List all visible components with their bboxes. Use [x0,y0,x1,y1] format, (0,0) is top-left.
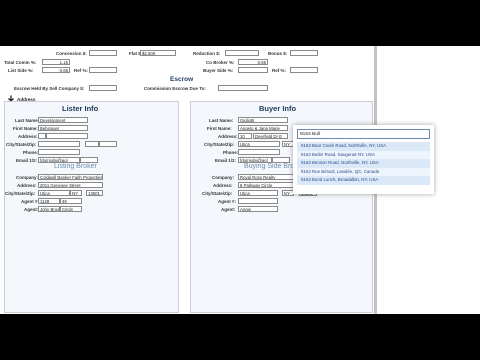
listing-address-field[interactable]: 2011 Genesee Street [38,182,103,188]
lister-address-street-field[interactable] [46,133,88,139]
lister-address-label: Address: [18,134,38,139]
listing-agent-num-label: Agent #: [21,199,39,204]
list-side-field[interactable]: 0.65 [42,67,70,73]
lister-last-name-label: Last Name: [15,118,40,123]
co-broker-field[interactable]: 0.65 [238,59,268,65]
buyer-city-field[interactable]: Utica [238,141,280,147]
address-suggestion-item[interactable]: 9163 Bear Creek Road, Northville, NY, US… [297,142,430,151]
lister-phone-label: Phone: [23,150,39,155]
list-ref-label: Ref %: [74,68,89,73]
buyer-phone-field[interactable] [238,149,280,155]
buyer-side-label: Buyer Side %: [203,68,234,73]
buyer-info-title: Buyer Info [259,104,297,113]
co-broker-label: Co Broker %: [206,60,235,65]
buying-city-state-zip-label: City/State/Zip: [202,191,233,196]
lister-first-name-field[interactable]: Bebsinger [38,125,88,131]
listing-agent2-field[interactable]: Cindy [60,206,82,212]
escrow-title: Escrow [170,76,194,83]
listing-agent-label: Agent: [24,207,39,212]
listing-address-label: Address: [17,183,37,188]
buyer-side-field[interactable] [238,67,268,73]
buying-agent-field[interactable]: Angie [238,206,278,212]
list-ref-field[interactable] [89,67,117,73]
lister-info-title: Lister Info [62,104,99,113]
lister-phone-field[interactable] [38,149,80,155]
listing-agent-num-field[interactable]: 1128 [38,198,60,204]
lister-email-label: Email 1/2: [16,158,38,163]
address-suggestion-item[interactable]: 9163 Rue Bérard, Lavalée, QC, Canada [297,167,430,176]
listing-city-state-zip-label: City/State/Zip: [5,191,36,196]
escrow-held-label: Escrow Held By Sell Company $: [14,86,85,91]
lister-address-number-field[interactable] [38,133,46,139]
concession-field[interactable] [89,50,117,56]
listing-agent-num2-field[interactable]: 49 [60,198,82,204]
buyer-email-label: Email 1/2: [215,158,237,163]
address-suggestion-list: 9163 Bear Creek Road, Northville, NY, US… [297,142,430,185]
buyer-ref-field[interactable] [290,67,318,73]
buying-address-field[interactable]: 8 Parkway Circle [238,182,300,188]
buyer-address-number-field[interactable]: 10 [238,133,252,139]
bonus-label: Bonus $: [268,51,288,56]
buyer-city-state-zip-label: City/State/Zip: [204,142,235,147]
lister-last-name-field[interactable]: Development [38,117,88,123]
address-suggestion-item[interactable]: 9163 Benson Road, Northville, NY, USA [297,159,430,168]
escrow-held-field[interactable] [89,85,117,91]
buying-company-label: Company: [212,175,235,180]
buying-agent-num-label: Agent #: [218,199,236,204]
listing-agent-field[interactable]: John Brown [38,206,60,212]
buying-agent-num-field[interactable] [238,198,278,204]
address-suggestion-item[interactable]: 9163 Bond Lunch, Broadalbin, NY, USA [297,176,430,185]
address-autocomplete-popup: 9163 Bull 9163 Bear Creek Road, Northvil… [293,125,434,194]
address-search-input[interactable]: 9163 Bull [297,129,430,139]
listing-company-field[interactable]: Coldwell Banker Faith Properties [38,174,103,180]
concession-label: Concession $: [56,51,87,56]
lister-city-field[interactable] [38,141,80,147]
buyer-address-label: Address: [218,134,238,139]
buyer-last-name-field[interactable]: Gigliotti [238,117,288,123]
reduction-field[interactable] [225,50,259,56]
lister-zip-field[interactable] [99,141,117,147]
listing-zip-field[interactable]: 13501 [86,190,103,196]
listing-state-field[interactable]: NY [70,190,82,196]
buyer-address-street-field[interactable]: Deerfield Dr E [253,133,288,139]
listing-company-label: Company: [16,175,39,180]
buyer-first-name-label: First Name: [207,126,232,131]
lister-first-name-label: First Name: [13,126,38,131]
escrow-due-label: Commission Escrow Due To: [144,86,206,91]
total-comm-field[interactable]: 1.15 [42,59,70,65]
app-window: Concession $: Flat $: $2,500 Reduction $… [0,46,480,314]
escrow-due-field[interactable] [218,85,268,91]
lister-city-state-zip-label: City/State/Zip: [6,142,37,147]
buying-city-field[interactable]: Utica [238,190,278,196]
buyer-first-name-field[interactable]: Angelo & Jana Marie [238,125,288,131]
buyer-ref-label: Ref %: [272,68,287,73]
buying-agent-label: Agent: [221,207,236,212]
buyer-last-name-label: Last Name: [209,118,234,123]
buying-company-field[interactable]: Royal Ross Realty [238,174,300,180]
lister-state-field[interactable] [85,141,99,147]
list-side-label: List Side %: [8,68,34,73]
buying-address-label: Address: [213,183,233,188]
total-comm-label: Total Comm %: [4,60,37,65]
listing-city-field[interactable]: Utica [38,190,70,196]
buyer-phone-label: Phone: [223,150,239,155]
reduction-label: Reduction $: [193,51,221,56]
listing-broker-title: Listing Broker [54,163,97,170]
flat-field[interactable]: $2,500 [140,50,176,56]
address-suggestion-item[interactable]: 9163 Butler Road, Saugerutt NY, USA [297,150,430,159]
bonus-field[interactable] [290,50,318,56]
